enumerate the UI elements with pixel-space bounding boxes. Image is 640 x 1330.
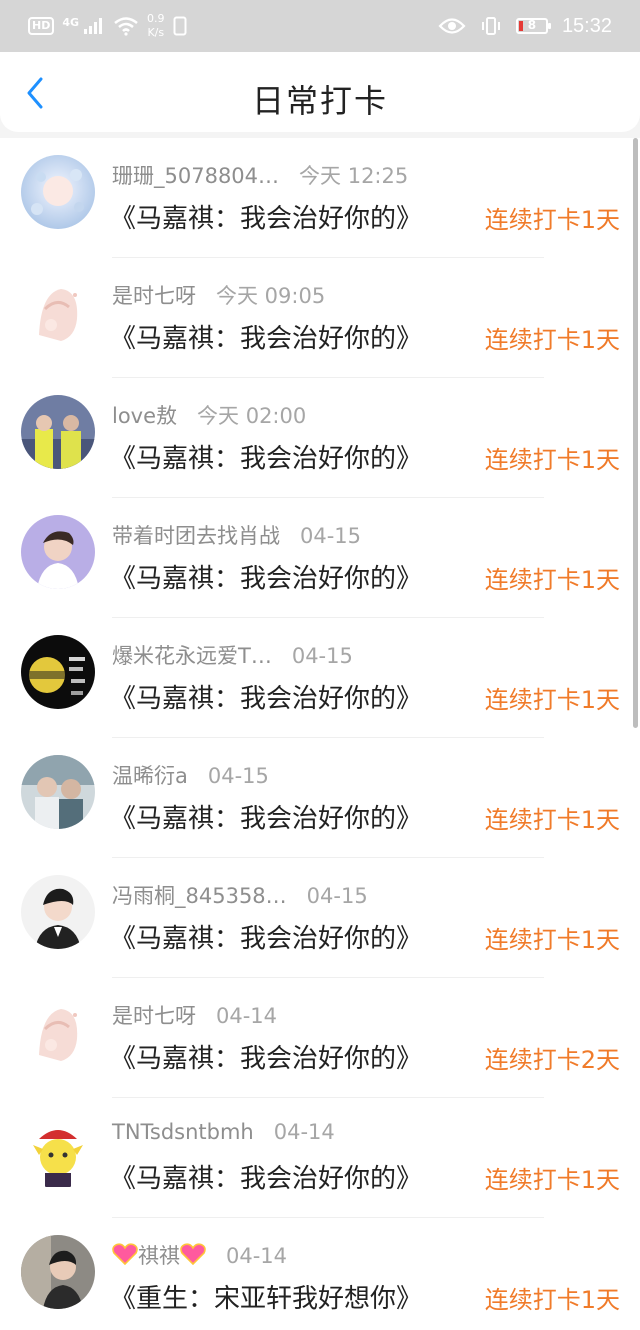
list-item[interactable]: love敖 今天 02:00 《马嘉祺：我会治好你的》 连续打卡1天 [0, 378, 640, 498]
status-bar: HD 4G 0.9 K/s 8 15:32 [0, 0, 640, 52]
checkin-time: 04-14 [216, 1004, 278, 1028]
user-name[interactable]: 冯雨桐_845358… [112, 880, 287, 910]
list-item[interactable]: 祺祺 04-14 《重生：宋亚轩我好想你》 连续打卡1天 [0, 1218, 640, 1330]
checkin-time: 今天 12:25 [299, 164, 409, 188]
item-meta: 温晞衍a 04-15 [112, 760, 269, 790]
book-title[interactable]: 《马嘉祺：我会治好你的》 [110, 198, 422, 235]
list-item[interactable]: 爆米花永远爱T… 04-15 《马嘉祺：我会治好你的》 连续打卡1天 [0, 618, 640, 738]
book-title[interactable]: 《马嘉祺：我会治好你的》 [110, 558, 422, 595]
checkin-time: 04-15 [291, 644, 353, 668]
user-name[interactable]: TNTsdsntbmh [112, 1120, 254, 1144]
streak-label: 连续打卡1天 [484, 566, 620, 594]
user-name[interactable]: 爆米花永远爱T… [112, 640, 272, 670]
streak-label: 连续打卡2天 [484, 1046, 620, 1074]
heart-icon [112, 1243, 138, 1265]
avatar[interactable] [21, 635, 95, 709]
book-title[interactable]: 《马嘉祺：我会治好你的》 [110, 318, 422, 355]
book-title[interactable]: 《马嘉祺：我会治好你的》 [110, 438, 422, 475]
streak-label: 连续打卡1天 [484, 686, 620, 714]
network-type: 4G [62, 15, 80, 29]
item-meta: 是时七呀 今天 09:05 [112, 280, 325, 310]
checkin-time: 04-14 [273, 1120, 335, 1144]
streak-label: 连续打卡1天 [484, 446, 620, 474]
list-item[interactable]: TNTsdsntbmh 04-14 《马嘉祺：我会治好你的》 连续打卡1天 [0, 1098, 640, 1218]
book-title[interactable]: 《马嘉祺：我会治好你的》 [110, 1038, 422, 1075]
book-title[interactable]: 《马嘉祺：我会治好你的》 [110, 678, 422, 715]
nav-bar: 日常打卡 [0, 52, 640, 132]
avatar[interactable] [21, 1115, 95, 1189]
signal-icon [84, 18, 103, 34]
list-item[interactable]: 是时七呀 04-14 《马嘉祺：我会治好你的》 连续打卡2天 [0, 978, 640, 1098]
user-name[interactable]: love敖 [112, 400, 177, 430]
streak-label: 连续打卡1天 [484, 926, 620, 954]
avatar[interactable] [21, 1235, 95, 1309]
checkin-time: 今天 02:00 [197, 404, 307, 428]
item-meta: 祺祺 04-14 [112, 1240, 287, 1270]
user-name[interactable]: 祺祺 [138, 1240, 180, 1270]
item-meta: 冯雨桐_845358… 04-15 [112, 880, 368, 910]
item-meta: 珊珊_5078804… 今天 12:25 [112, 160, 408, 190]
streak-label: 连续打卡1天 [484, 206, 620, 234]
wifi-icon [114, 17, 138, 36]
book-title[interactable]: 《马嘉祺：我会治好你的》 [110, 798, 422, 835]
streak-label: 连续打卡1天 [484, 1166, 620, 1194]
streak-label: 连续打卡1天 [484, 806, 620, 834]
hd-icon: HD [28, 17, 55, 35]
item-meta: love敖 今天 02:00 [112, 400, 306, 430]
battery-icon: 8 [515, 18, 551, 34]
item-meta: 是时七呀 04-14 [112, 1000, 277, 1030]
clock: 15:32 [561, 14, 612, 37]
eye-icon [438, 18, 466, 34]
avatar[interactable] [21, 875, 95, 949]
book-title[interactable]: 《重生：宋亚轩我好想你》 [110, 1278, 422, 1315]
checkin-time: 04-14 [226, 1244, 288, 1268]
user-name[interactable]: 是时七呀 [112, 280, 196, 310]
checkin-time: 04-15 [306, 884, 368, 908]
item-meta: TNTsdsntbmh 04-14 [112, 1120, 335, 1144]
book-title[interactable]: 《马嘉祺：我会治好你的》 [110, 1158, 422, 1195]
book-title[interactable]: 《马嘉祺：我会治好你的》 [110, 918, 422, 955]
checkin-list: 珊珊_5078804… 今天 12:25 《马嘉祺：我会治好你的》 连续打卡1天 … [0, 138, 640, 1330]
avatar[interactable] [21, 515, 95, 589]
user-name[interactable]: 带着时团去找肖战 [112, 520, 280, 550]
streak-label: 连续打卡1天 [484, 326, 620, 354]
vibrate-icon [481, 17, 500, 35]
avatar[interactable] [21, 755, 95, 829]
checkin-time: 今天 09:05 [216, 284, 326, 308]
user-name[interactable]: 是时七呀 [112, 1000, 196, 1030]
avatar[interactable] [21, 995, 95, 1069]
page-title: 日常打卡 [251, 82, 388, 120]
avatar[interactable] [21, 395, 95, 469]
scrollbar[interactable] [633, 138, 638, 728]
network-speed: 0.9 K/s [147, 12, 165, 39]
checkin-time: 04-15 [207, 764, 269, 788]
heart-icon [180, 1243, 206, 1265]
item-meta: 带着时团去找肖战 04-15 [112, 520, 361, 550]
streak-label: 连续打卡1天 [484, 1286, 620, 1314]
user-name[interactable]: 珊珊_5078804… [112, 160, 279, 190]
avatar[interactable] [21, 155, 95, 229]
list-item[interactable]: 温晞衍a 04-15 《马嘉祺：我会治好你的》 连续打卡1天 [0, 738, 640, 858]
user-name[interactable]: 温晞衍a [112, 760, 188, 790]
list-item[interactable]: 带着时团去找肖战 04-15 《马嘉祺：我会治好你的》 连续打卡1天 [0, 498, 640, 618]
avatar[interactable] [21, 275, 95, 349]
checkin-time: 04-15 [300, 524, 362, 548]
item-meta: 爆米花永远爱T… 04-15 [112, 640, 353, 670]
phone-icon [173, 16, 187, 36]
list-item[interactable]: 珊珊_5078804… 今天 12:25 《马嘉祺：我会治好你的》 连续打卡1天 [0, 138, 640, 258]
list-item[interactable]: 冯雨桐_845358… 04-15 《马嘉祺：我会治好你的》 连续打卡1天 [0, 858, 640, 978]
list-item[interactable]: 是时七呀 今天 09:05 《马嘉祺：我会治好你的》 连续打卡1天 [0, 258, 640, 378]
